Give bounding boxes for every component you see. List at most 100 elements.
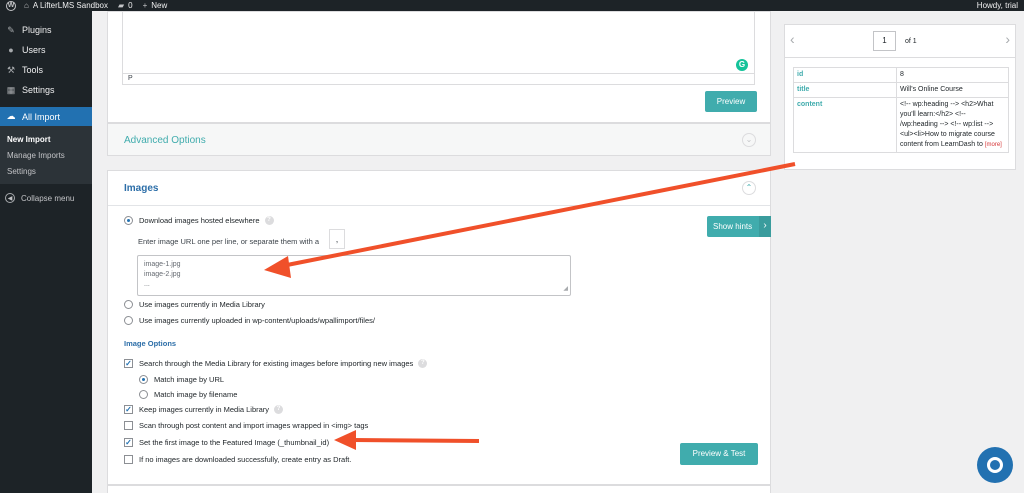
- sidebar-item-label: All Import: [22, 111, 61, 122]
- image-options-heading: Image Options: [124, 339, 177, 348]
- all-import-icon: ☁: [6, 111, 16, 121]
- settings-icon: ▦: [6, 84, 16, 95]
- scan-content-label: Scan through post content and import ima…: [139, 421, 369, 430]
- keep-images-checkbox[interactable]: ✓: [124, 405, 133, 414]
- new-content-link[interactable]: + New: [143, 1, 168, 10]
- help-icon[interactable]: ?: [274, 405, 284, 414]
- users-icon: ●: [8, 45, 14, 55]
- download-images-option[interactable]: Download images hosted elsewhere ?: [124, 216, 274, 225]
- comments-count: 0: [128, 1, 133, 10]
- sidebar-item-users[interactable]: ● Users: [0, 40, 92, 60]
- advanced-options-title: Advanced Options: [124, 135, 206, 146]
- featured-image-checkbox[interactable]: ✓: [124, 438, 133, 447]
- next-section-edge: [107, 485, 771, 493]
- uploaded-files-option[interactable]: Use images currently uploaded in wp-cont…: [124, 316, 375, 325]
- sidebar-item-settings[interactable]: ▦ Settings: [0, 80, 92, 100]
- record-page-input[interactable]: 1: [873, 31, 896, 51]
- search-media-option[interactable]: ✓ Search through the Media Library for e…: [124, 359, 428, 368]
- download-images-radio[interactable]: [124, 216, 133, 225]
- record-page-total: of 1: [905, 38, 917, 45]
- content-editor-panel: G P Preview: [107, 11, 771, 123]
- draft-option[interactable]: If no images are downloaded successfully…: [124, 455, 351, 464]
- draft-checkbox[interactable]: [124, 455, 133, 464]
- match-filename-radio[interactable]: [139, 390, 148, 399]
- uploaded-files-radio[interactable]: [124, 316, 133, 325]
- collapse-arrow-icon: ◀: [5, 193, 15, 203]
- preview-test-button[interactable]: Preview & Test: [680, 443, 758, 465]
- record-table: id 8 title Will's Online Course content …: [793, 67, 1009, 153]
- field-value: Will's Online Course: [896, 82, 1009, 98]
- chevron-up-icon[interactable]: ⌃: [742, 181, 756, 195]
- draft-label: If no images are downloaded successfully…: [139, 455, 352, 464]
- enter-urls-text: Enter image URL one per line, or separat…: [138, 237, 320, 246]
- sidebar-item-all-import[interactable]: ☁ All Import: [0, 107, 92, 126]
- sidebar-item-tools[interactable]: ⚒ Tools: [0, 60, 92, 80]
- submenu-new-import[interactable]: New Import: [0, 132, 92, 148]
- divider: [108, 205, 770, 206]
- sidebar-item-plugins[interactable]: ✎ Plugins: [0, 20, 92, 40]
- field-key: title: [793, 82, 897, 98]
- match-filename-label: Match image by filename: [154, 390, 238, 399]
- comments-link[interactable]: ▰ 0: [118, 1, 133, 10]
- url-line: image-2.jpg: [144, 271, 181, 278]
- match-url-radio[interactable]: [139, 375, 148, 384]
- show-hints-button[interactable]: Show hints ›: [707, 216, 771, 237]
- chevron-right-icon: ›: [759, 216, 771, 237]
- media-library-option[interactable]: Use images currently in Media Library: [124, 300, 265, 309]
- chevron-right-icon[interactable]: ›: [1005, 31, 1010, 47]
- table-row: title Will's Online Course: [793, 82, 1009, 98]
- table-row: id 8: [793, 67, 1009, 83]
- help-ring-icon: [987, 457, 1003, 473]
- download-images-label: Download images hosted elsewhere: [139, 216, 260, 225]
- scan-content-checkbox[interactable]: [124, 421, 133, 430]
- wordpress-logo-icon[interactable]: W: [6, 0, 16, 11]
- url-line: ...: [144, 281, 150, 288]
- media-library-label: Use images currently in Media Library: [139, 300, 265, 309]
- grammarly-icon[interactable]: G: [736, 59, 748, 71]
- help-icon[interactable]: ?: [264, 216, 274, 225]
- more-link[interactable]: [more]: [985, 142, 1002, 148]
- preview-button[interactable]: Preview: [705, 91, 757, 112]
- match-filename-option[interactable]: Match image by filename: [139, 390, 237, 399]
- sidebar-item-label: Plugins: [22, 25, 52, 35]
- chevron-left-icon[interactable]: ‹: [790, 31, 795, 47]
- featured-image-label: Set the first image to the Featured Imag…: [139, 438, 330, 447]
- keep-images-option[interactable]: ✓ Keep images currently in Media Library…: [124, 405, 284, 414]
- site-name-link[interactable]: ⌂ A LifterLMS Sandbox: [24, 1, 108, 10]
- home-icon: ⌂: [24, 1, 29, 10]
- images-section: Images ⌃ Download images hosted elsewher…: [107, 170, 771, 485]
- field-key: content: [793, 97, 897, 153]
- media-library-radio[interactable]: [124, 300, 133, 309]
- submenu-manage-imports[interactable]: Manage Imports: [0, 148, 92, 164]
- content-editor[interactable]: G P: [122, 12, 755, 85]
- search-media-checkbox[interactable]: ✓: [124, 359, 133, 368]
- image-urls-textarea[interactable]: image-1.jpg image-2.jpg ... ◢: [137, 255, 571, 296]
- url-line: image-1.jpg: [144, 261, 181, 268]
- record-pager: ‹ 1 of 1 ›: [785, 25, 1015, 58]
- field-key: id: [793, 67, 897, 83]
- help-icon[interactable]: ?: [418, 359, 428, 368]
- featured-image-option[interactable]: ✓ Set the first image to the Featured Im…: [124, 438, 329, 447]
- new-label: New: [151, 1, 168, 10]
- scan-content-option[interactable]: Scan through post content and import ima…: [124, 421, 368, 430]
- help-beacon-button[interactable]: [977, 447, 1013, 483]
- wrench-icon: ⚒: [6, 64, 16, 75]
- chevron-down-icon[interactable]: ⌄: [742, 133, 756, 147]
- collapse-menu-button[interactable]: ◀ Collapse menu: [0, 188, 92, 208]
- comment-bubble-icon: ▰: [118, 1, 125, 10]
- submenu-settings[interactable]: Settings: [0, 164, 92, 180]
- images-section-title: Images: [124, 183, 159, 194]
- match-url-option[interactable]: Match image by URL: [139, 375, 224, 384]
- site-name: A LifterLMS Sandbox: [32, 1, 108, 10]
- account-menu[interactable]: Howdy, trial: [977, 1, 1018, 10]
- editor-path: P: [123, 73, 754, 84]
- table-row: content <!-- wp:heading --> <h2>What you…: [793, 97, 1009, 153]
- advanced-options-section[interactable]: Advanced Options ⌄: [107, 123, 771, 156]
- admin-bar: W ⌂ A LifterLMS Sandbox ▰ 0 + New Howdy,…: [0, 0, 1024, 11]
- separator-input[interactable]: ,: [329, 229, 345, 249]
- record-preview-panel: ‹ 1 of 1 › id 8 title Will's Online Cour…: [784, 24, 1016, 170]
- plug-icon: ✎: [7, 24, 15, 35]
- resize-grip-icon[interactable]: ◢: [563, 284, 568, 294]
- keep-images-label: Keep images currently in Media Library: [139, 405, 270, 414]
- content-snippet: <!-- wp:heading --> <h2>What you'll lear…: [900, 101, 995, 148]
